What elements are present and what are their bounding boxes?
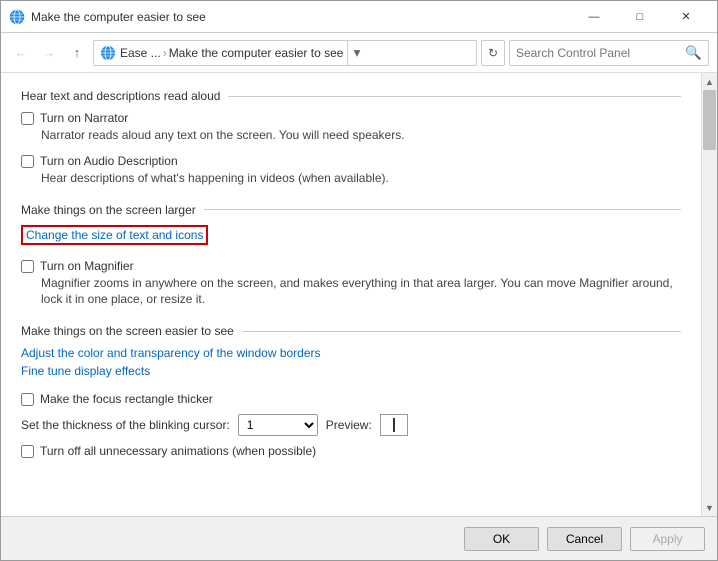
audio-description-row: Turn on Audio Description: [21, 154, 681, 168]
focus-rect-checkbox[interactable]: [21, 393, 34, 406]
change-size-link[interactable]: Change the size of text and icons: [21, 225, 208, 245]
scrollbar[interactable]: ▲ ▼: [701, 73, 717, 516]
magnifier-label: Turn on Magnifier: [40, 259, 134, 273]
narrator-label: Turn on Narrator: [40, 111, 128, 125]
links-section: Adjust the color and transparency of the…: [21, 346, 681, 382]
easier-to-see-section: Make things on the screen easier to see …: [21, 324, 681, 458]
narrator-description: Narrator reads aloud any text on the scr…: [41, 127, 681, 144]
breadcrumb-separator: ›: [163, 46, 167, 60]
content-area: Hear text and descriptions read aloud Tu…: [1, 73, 717, 516]
address-dropdown-button[interactable]: ▾: [347, 40, 365, 66]
breadcrumb-prefix: Ease ...: [120, 46, 161, 60]
refresh-button[interactable]: ↻: [481, 40, 505, 66]
search-box: 🔍: [509, 40, 709, 66]
audio-description-checkbox[interactable]: [21, 155, 34, 168]
audio-description-description: Hear descriptions of what's happening in…: [41, 170, 681, 187]
hear-text-title: Hear text and descriptions read aloud: [21, 89, 681, 103]
close-button[interactable]: ✕: [663, 1, 709, 33]
make-larger-title: Make things on the screen larger: [21, 203, 681, 217]
hear-text-section: Hear text and descriptions read aloud Tu…: [21, 89, 681, 187]
audio-description-label: Turn on Audio Description: [40, 154, 178, 168]
make-larger-section: Make things on the screen larger Change …: [21, 203, 681, 309]
window-icon: [9, 9, 25, 25]
animations-label: Turn off all unnecessary animations (whe…: [40, 444, 316, 458]
change-size-link-section: Change the size of text and icons: [21, 225, 681, 249]
scroll-up-arrow[interactable]: ▲: [702, 73, 718, 90]
title-bar-left: Make the computer easier to see: [9, 9, 206, 25]
ok-button[interactable]: OK: [464, 527, 539, 551]
main-content: Hear text and descriptions read aloud Tu…: [1, 73, 701, 516]
animations-row: Turn off all unnecessary animations (whe…: [21, 444, 681, 458]
magnifier-description: Magnifier zooms in anywhere on the scree…: [41, 275, 681, 309]
focus-rect-row: Make the focus rectangle thicker: [21, 392, 681, 406]
magnifier-checkbox[interactable]: [21, 260, 34, 273]
cursor-thickness-row: Set the thickness of the blinking cursor…: [21, 414, 681, 436]
breadcrumb: Ease ... › Make the computer easier to s…: [120, 46, 343, 60]
cursor-preview-box: [380, 414, 408, 436]
display-effects-link[interactable]: Fine tune display effects: [21, 364, 150, 378]
scroll-thumb[interactable]: [703, 90, 716, 150]
window: Make the computer easier to see — □ ✕ ← …: [0, 0, 718, 561]
magnifier-row: Turn on Magnifier: [21, 259, 681, 273]
cancel-button[interactable]: Cancel: [547, 527, 622, 551]
forward-button[interactable]: →: [37, 41, 61, 65]
up-button[interactable]: ↑: [65, 41, 89, 65]
narrator-row: Turn on Narrator: [21, 111, 681, 125]
cursor-thickness-select[interactable]: 1 2 3 4 5: [238, 414, 318, 436]
title-bar: Make the computer easier to see — □ ✕: [1, 1, 717, 33]
search-input[interactable]: [516, 46, 681, 60]
minimize-button[interactable]: —: [571, 1, 617, 33]
apply-button[interactable]: Apply: [630, 527, 705, 551]
narrator-checkbox[interactable]: [21, 112, 34, 125]
focus-rect-label: Make the focus rectangle thicker: [40, 392, 213, 406]
address-bar: Ease ... › Make the computer easier to s…: [93, 40, 477, 66]
title-bar-controls: — □ ✕: [571, 1, 709, 33]
maximize-button[interactable]: □: [617, 1, 663, 33]
back-button[interactable]: ←: [9, 41, 33, 65]
animations-checkbox[interactable]: [21, 445, 34, 458]
window-title: Make the computer easier to see: [31, 10, 206, 24]
search-button[interactable]: 🔍: [685, 45, 702, 61]
breadcrumb-current: Make the computer easier to see: [169, 46, 344, 60]
cursor-preview-cursor: [393, 418, 395, 432]
preview-label: Preview:: [326, 418, 372, 432]
address-globe-icon: [100, 45, 116, 61]
scroll-down-arrow[interactable]: ▼: [702, 499, 718, 516]
cursor-label: Set the thickness of the blinking cursor…: [21, 418, 230, 432]
nav-bar: ← → ↑ Ease ... › Make the computer easie…: [1, 33, 717, 73]
easier-to-see-title: Make things on the screen easier to see: [21, 324, 681, 338]
scroll-track[interactable]: [702, 90, 717, 499]
footer: OK Cancel Apply: [1, 516, 717, 560]
color-transparency-link[interactable]: Adjust the color and transparency of the…: [21, 346, 321, 360]
